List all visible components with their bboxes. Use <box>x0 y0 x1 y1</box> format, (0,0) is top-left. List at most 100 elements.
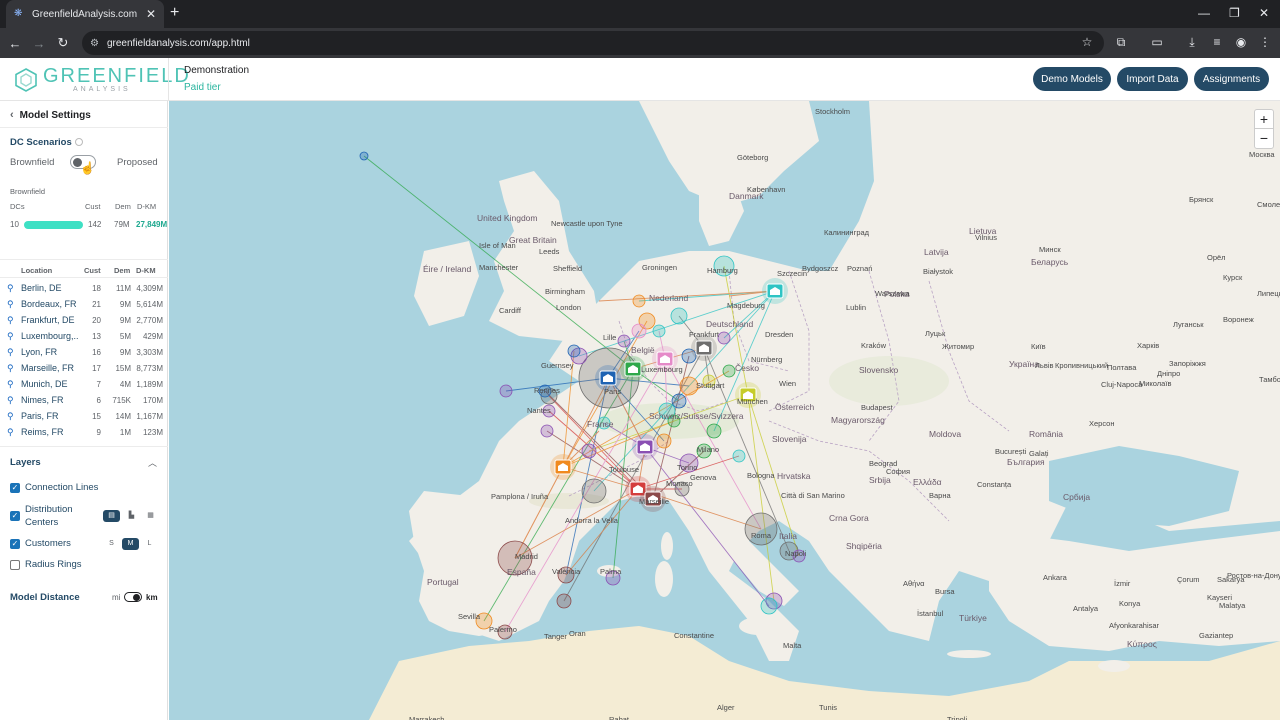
table-row[interactable]: ⚲ Reims, FR 9 1M 123M <box>0 424 168 440</box>
demo-models-button[interactable]: Demo Models <box>1033 67 1111 91</box>
location-name: Nimes, FR <box>21 395 64 405</box>
restore-icon[interactable]: ❐ <box>1229 6 1240 20</box>
model-settings-back[interactable]: ‹ Model Settings <box>10 109 91 121</box>
map-label: London <box>556 303 582 312</box>
customer-size-s[interactable]: S <box>103 538 120 550</box>
map-label: Slovensko <box>859 365 899 375</box>
account-name: Demonstration <box>184 65 250 76</box>
table-row[interactable]: ⚲ Nimes, FR 6 715K 170M <box>0 392 168 408</box>
map-label: België <box>631 345 655 355</box>
model-distance-title: Model Distance <box>10 592 80 603</box>
table-row[interactable]: ⚲ Lyon, FR 16 9M 3,303M <box>0 344 168 360</box>
map-view[interactable]: Stockholm Göteborg Danmark København United … <box>169 101 1280 720</box>
map-label: Alger <box>717 703 735 712</box>
customer-marker <box>499 384 513 398</box>
table-header-location[interactable]: Location <box>21 266 52 275</box>
map-label: Κύπρος <box>1127 639 1157 649</box>
table-row[interactable]: ⚲ Berlin, DE 18 11M 4,309M <box>0 280 168 296</box>
assignments-button[interactable]: Assignments <box>1194 67 1269 91</box>
map-label: Latvija <box>924 247 949 257</box>
map-label: Hamburg <box>707 266 738 275</box>
back-icon[interactable]: ← <box>3 36 27 51</box>
scenario-proposed-label[interactable]: Proposed <box>117 157 158 168</box>
map-label: Poznań <box>847 264 873 273</box>
new-tab-icon[interactable]: + <box>170 5 179 21</box>
map-label: Sakarya <box>1217 575 1245 584</box>
distance-unit-toggle[interactable] <box>124 592 142 602</box>
site-info-icon[interactable]: ⚙ <box>90 38 99 49</box>
import-data-button[interactable]: Import Data <box>1117 67 1188 91</box>
map-label: Leeds <box>539 247 560 256</box>
map-label: Rennes <box>534 386 560 395</box>
scenario-brownfield-label[interactable]: Brownfield <box>10 157 54 168</box>
info-icon[interactable] <box>74 138 83 146</box>
connection-lines-checkbox[interactable]: ✓ <box>10 483 20 493</box>
radius-rings-checkbox[interactable] <box>10 560 20 570</box>
map-label: Србија <box>1063 492 1091 502</box>
map-label: Миколаїв <box>1139 379 1172 388</box>
map-label: Львів <box>1035 361 1054 370</box>
location-name: Lyon, FR <box>21 347 58 357</box>
location-name: Berlin, DE <box>21 283 62 293</box>
account-tier[interactable]: Paid tier <box>184 82 249 93</box>
extensions-icon[interactable]: ⧉ <box>1114 35 1128 50</box>
minimize-icon[interactable]: — <box>1198 6 1210 20</box>
map-label: Hrvatska <box>777 471 811 481</box>
dc-icon-warehouse-option[interactable]: ▤ <box>103 510 120 522</box>
chevron-up-icon[interactable]: ︿ <box>148 456 157 469</box>
browser-tab[interactable]: ❋ GreenfieldAnalysis.com ✕ <box>6 0 164 28</box>
customer-size-l[interactable]: L <box>141 538 158 550</box>
map-label: Орёл <box>1207 253 1226 262</box>
profile-icon[interactable]: ◉ <box>1234 35 1248 49</box>
download-icon[interactable]: ⤓ <box>1185 35 1199 50</box>
dc-icon-factory-option[interactable]: ▙ <box>123 510 140 522</box>
map-label: Nantes <box>527 406 551 415</box>
distribution-centers-checkbox[interactable]: ✓ <box>10 511 20 521</box>
forward-icon[interactable]: → <box>27 36 51 51</box>
map-label: Andorra la Vella <box>565 516 618 525</box>
bookmark-star-icon[interactable]: ☆ <box>1080 35 1094 49</box>
greenfield-logo[interactable]: GREENFIELD ANALYSIS <box>14 66 191 93</box>
summary-cust-value: 142 <box>88 220 102 229</box>
table-header-dkm[interactable]: D-KM <box>136 266 156 275</box>
table-row[interactable]: ⚲ Luxembourg,... 13 5M 429M <box>0 328 168 344</box>
table-row[interactable]: ⚲ Marseille, FR 17 15M 8,773M <box>0 360 168 376</box>
map-label: Lublin <box>846 303 867 312</box>
summary-col-cust: Cust <box>85 202 101 211</box>
location-cust: 7 <box>96 380 101 389</box>
location-pin-icon: ⚲ <box>7 395 14 405</box>
browser-tabbar: ❋ GreenfieldAnalysis.com ✕ + — ❐ ✕ <box>0 0 1280 28</box>
app-header: GREENFIELD ANALYSIS Demonstration Paid t… <box>0 58 1280 101</box>
reload-icon[interactable]: ↻ <box>51 35 75 51</box>
map-label: Bologna <box>747 471 775 480</box>
zoom-out-button[interactable]: − <box>1255 129 1273 148</box>
address-bar[interactable]: ⚙ greenfieldanalysis.com/app.html <box>82 31 1104 55</box>
dc-icon-building-option[interactable]: ▦ <box>142 510 159 522</box>
zoom-control: + − <box>1254 109 1274 149</box>
window-close-icon[interactable]: ✕ <box>1259 6 1269 20</box>
zoom-in-button[interactable]: + <box>1255 110 1273 129</box>
summary-dcs-value: 10 <box>10 220 19 229</box>
map-label: Éire / Ireland <box>423 264 472 274</box>
customer-marker <box>556 593 572 609</box>
map-label: София <box>886 467 911 476</box>
menu-icon[interactable]: ⋮ <box>1258 35 1272 49</box>
customers-checkbox[interactable]: ✓ <box>10 539 20 549</box>
map-label: Constanța <box>977 480 1012 489</box>
map-label: Afyonkarahisar <box>1109 621 1160 630</box>
map-label: Città di San Marino <box>781 491 845 500</box>
table-row[interactable]: ⚲ Paris, FR 15 14M 1,167M <box>0 408 168 424</box>
table-row[interactable]: ⚲ Munich, DE 7 4M 1,189M <box>0 376 168 392</box>
table-header-dem[interactable]: Dem <box>114 266 130 275</box>
map-label: Кропивницький <box>1055 361 1109 370</box>
tab-close-icon[interactable]: ✕ <box>146 7 156 21</box>
customer-marker <box>670 307 688 325</box>
location-dem: 9M <box>119 348 131 357</box>
customer-size-m[interactable]: M <box>122 538 139 550</box>
table-row[interactable]: ⚲ Frankfurt, DE 20 9M 2,770M <box>0 312 168 328</box>
dc-scenarios-title: DC Scenarios <box>10 137 83 148</box>
cast-icon[interactable]: ▭ <box>1150 35 1164 49</box>
table-row[interactable]: ⚲ Bordeaux, FR 21 9M 5,614M <box>0 296 168 312</box>
table-header-cust[interactable]: Cust <box>84 266 101 275</box>
media-icon[interactable]: ≡ <box>1210 35 1224 49</box>
